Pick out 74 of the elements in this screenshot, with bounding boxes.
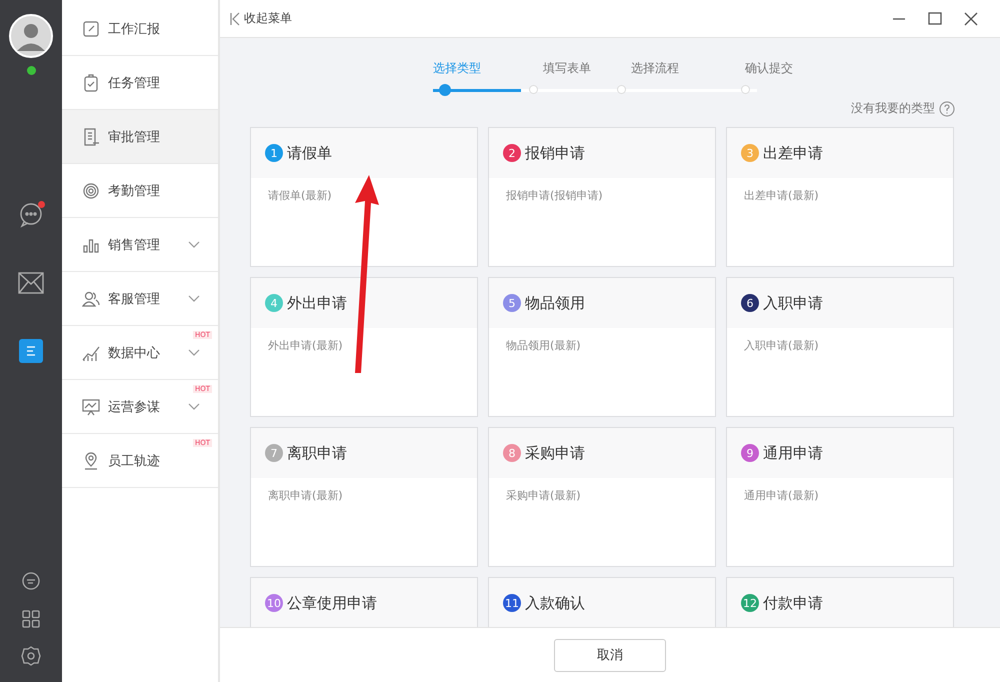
list-icon [25,344,37,358]
collapse-icon [230,12,240,26]
step[interactable]: 选择流程 [609,60,697,92]
maximize-icon[interactable] [928,12,942,26]
card-title: 物品领用 [525,294,585,312]
cancel-button[interactable]: 取消 [554,638,666,672]
card-description: 物品领用(最新) [505,338,582,353]
card-title: 外出申请 [287,294,347,312]
type-card[interactable]: 8 采购申请 采购申请(最新) [488,427,716,567]
number-badge: 11 [503,594,521,612]
card-title: 请假单 [287,144,332,162]
menu-item[interactable]: 审批管理 [62,110,218,164]
number-badge: 10 [265,594,283,612]
help-icon [939,100,955,116]
card-title: 报销申请 [525,144,585,162]
card-title: 付款申请 [763,594,823,612]
chevron-down-icon [188,348,200,356]
people-icon [82,290,100,308]
card-title: 离职申请 [287,444,347,462]
close-icon[interactable] [964,12,978,26]
type-card[interactable]: 11 入款确认 [488,577,716,627]
type-card[interactable]: 1 请假单 请假单(最新) [250,127,478,267]
location-pin-icon [82,452,100,470]
document-icon [82,128,100,146]
card-description: 外出申请(最新) [267,338,344,353]
number-badge: 6 [741,294,759,312]
card-description: 采购申请(最新) [505,488,582,503]
grid-icon[interactable] [22,610,40,628]
number-badge: 7 [265,444,283,462]
type-card[interactable]: 2 报销申请 报销申请(报销申请) [488,127,716,267]
number-badge: 9 [741,444,759,462]
number-badge: 12 [741,594,759,612]
step[interactable]: 填写表单 [521,60,609,92]
card-description: 报销申请(报销申请) [505,188,604,203]
monitor-chart-icon [82,398,100,416]
card-title: 入职申请 [763,294,823,312]
mail-icon [18,272,44,294]
feedback-icon[interactable] [21,572,41,592]
clipboard-icon [82,74,100,92]
type-card[interactable]: 10 公章使用申请 [250,577,478,627]
collapse-menu-button[interactable]: 收起菜单 [230,10,292,27]
avatar[interactable] [9,14,53,58]
chevron-down-icon [188,402,200,410]
card-description: 离职申请(最新) [267,488,344,503]
card-description: 出差申请(最新) [743,188,820,203]
settings-icon[interactable] [21,646,41,666]
number-badge: 4 [265,294,283,312]
type-card[interactable]: 3 出差申请 出差申请(最新) [726,127,954,267]
type-card[interactable]: 5 物品领用 物品领用(最新) [488,277,716,417]
type-card[interactable]: 7 离职申请 离职申请(最新) [250,427,478,567]
number-badge: 8 [503,444,521,462]
card-description: 请假单(最新) [267,188,333,203]
number-badge: 2 [503,144,521,162]
chevron-down-icon [188,240,200,248]
type-card[interactable]: 12 付款申请 [726,577,954,627]
card-title: 采购申请 [525,444,585,462]
help-link[interactable]: 没有我要的类型 [851,100,935,117]
card-description: 入职申请(最新) [743,338,820,353]
number-badge: 3 [741,144,759,162]
number-badge: 5 [503,294,521,312]
type-card[interactable]: 4 外出申请 外出申请(最新) [250,277,478,417]
type-card[interactable]: 9 通用申请 通用申请(最新) [726,427,954,567]
card-title: 出差申请 [763,144,823,162]
number-badge: 1 [265,144,283,162]
chevron-down-icon [188,294,200,302]
notification-dot [38,201,45,208]
card-title: 通用申请 [763,444,823,462]
card-title: 入款确认 [525,594,585,612]
type-card[interactable]: 6 入职申请 入职申请(最新) [726,277,954,417]
edit-icon [82,20,100,38]
chat-bubble-icon [18,202,44,228]
card-title: 公章使用申请 [287,594,377,612]
step[interactable]: 确认提交 [697,60,827,92]
card-description: 通用申请(最新) [743,488,820,503]
